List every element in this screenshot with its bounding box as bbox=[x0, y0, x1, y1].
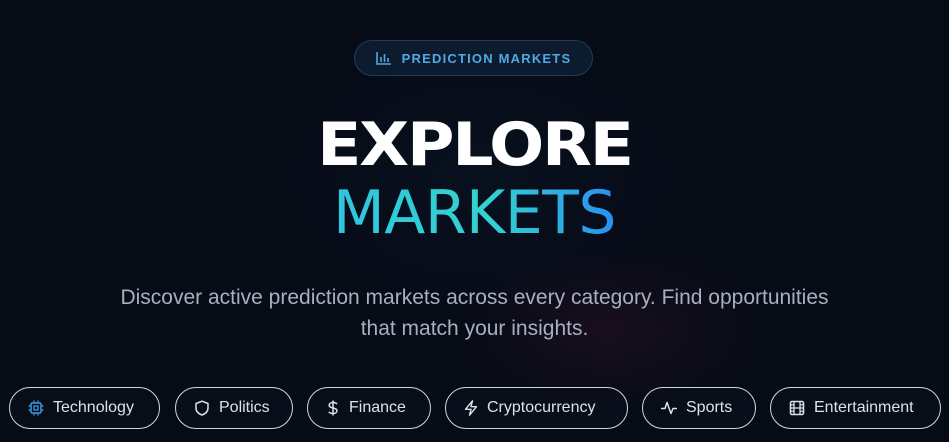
page-title-line-2: MARKETS bbox=[0, 178, 949, 248]
shield-icon bbox=[194, 400, 210, 416]
lightning-icon bbox=[464, 400, 478, 416]
category-chip-sports[interactable]: Sports bbox=[642, 387, 756, 429]
bar-chart-icon bbox=[375, 51, 392, 65]
film-icon bbox=[789, 400, 805, 416]
category-chip-technology[interactable]: Technology bbox=[9, 387, 160, 429]
page-subtitle: Discover active prediction markets acros… bbox=[120, 286, 829, 340]
page-title-line-2-text: MARKETS bbox=[333, 178, 617, 248]
category-chip-cryptocurrency[interactable]: Cryptocurrency bbox=[445, 387, 628, 429]
category-chip-label: Politics bbox=[219, 399, 270, 416]
category-chip-politics[interactable]: Politics bbox=[175, 387, 293, 429]
category-chip-label: Cryptocurrency bbox=[487, 399, 596, 416]
category-chip-label: Sports bbox=[686, 399, 733, 416]
activity-icon bbox=[661, 400, 677, 416]
category-chip-label: Finance bbox=[349, 399, 406, 416]
prediction-markets-badge: PREDICTION MARKETS bbox=[354, 40, 593, 76]
category-chip-finance[interactable]: Finance bbox=[307, 387, 431, 429]
dollar-icon bbox=[326, 400, 340, 416]
badge-label: PREDICTION MARKETS bbox=[401, 50, 572, 66]
category-chip-label: Technology bbox=[53, 399, 134, 416]
chip-icon bbox=[28, 400, 44, 416]
page-title-line-1: EXPLORE bbox=[317, 110, 634, 180]
category-chip-label: Entertainment bbox=[814, 399, 914, 416]
category-chip-entertainment[interactable]: Entertainment bbox=[770, 387, 941, 429]
